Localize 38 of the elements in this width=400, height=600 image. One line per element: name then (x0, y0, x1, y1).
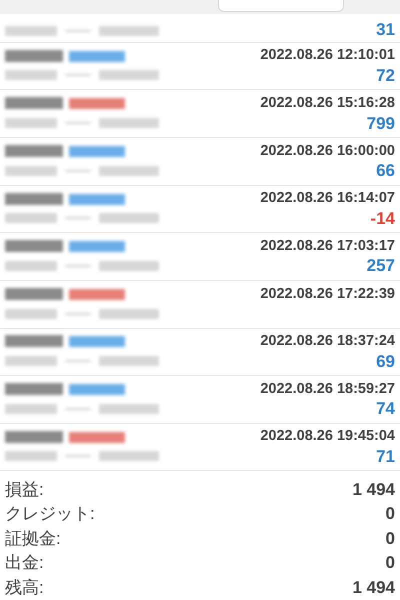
profit-value: 72 (376, 66, 395, 84)
order-time: 2022.08.26 15:16:28 (260, 96, 395, 110)
order-row[interactable]: 2022.08.26 16:00:00 66 (0, 138, 400, 186)
order-time: 2022.08.26 12:10:01 (260, 48, 395, 63)
profit-value: 74 (376, 400, 395, 418)
order-row[interactable]: 2022.08.26 19:45:04 71 (0, 424, 400, 472)
order-row[interactable]: 2022.08.26 16:14:07 -14 (0, 186, 400, 234)
order-row[interactable]: 2022.08.26 17:03:17 257 (0, 233, 400, 281)
profit-value: 31 (376, 20, 395, 38)
order-row[interactable]: 2022.08.26 15:16:28 799 (0, 90, 400, 138)
order-time: 2022.08.26 19:45:04 (260, 429, 395, 444)
summary-value: 0 (386, 528, 395, 550)
profit-value: -14 (370, 210, 395, 227)
summary-value: 0 (386, 552, 395, 574)
summary-label: クレジット: (5, 503, 95, 526)
order-time: 2022.08.26 18:59:27 (260, 382, 395, 396)
summary-value: 0 (386, 503, 395, 526)
profit-value: 71 (376, 448, 395, 465)
profit-value: 69 (376, 352, 395, 370)
order-row[interactable]: 2022.08.26 17:22:39 (0, 280, 400, 329)
order-row[interactable]: 2022.08.26 12:10:01 72 (0, 42, 400, 90)
summary-label: 証拠金: (5, 528, 61, 550)
summary-label: 損益: (5, 478, 44, 501)
summary-value: 1 494 (352, 478, 395, 501)
order-time: 2022.08.26 17:03:17 (260, 238, 395, 254)
summary-label: 出金: (5, 552, 44, 574)
order-time: 2022.08.26 16:14:07 (260, 191, 395, 206)
order-time: 2022.08.26 16:00:00 (260, 144, 395, 158)
order-time: 2022.08.26 17:22:39 (260, 286, 395, 301)
profit-value: 799 (366, 114, 395, 132)
search-field[interactable] (218, 0, 344, 12)
summary-label: 残高: (5, 576, 44, 599)
order-time: 2022.08.26 18:37:24 (260, 334, 395, 349)
order-row[interactable]: 2022.08.26 18:37:24 69 (0, 328, 400, 376)
summary-value: 1 494 (352, 576, 395, 599)
profit-value: 66 (376, 162, 395, 180)
order-row[interactable]: 2022.08.26 18:59:27 74 (0, 376, 400, 424)
profit-value: 257 (366, 257, 395, 274)
